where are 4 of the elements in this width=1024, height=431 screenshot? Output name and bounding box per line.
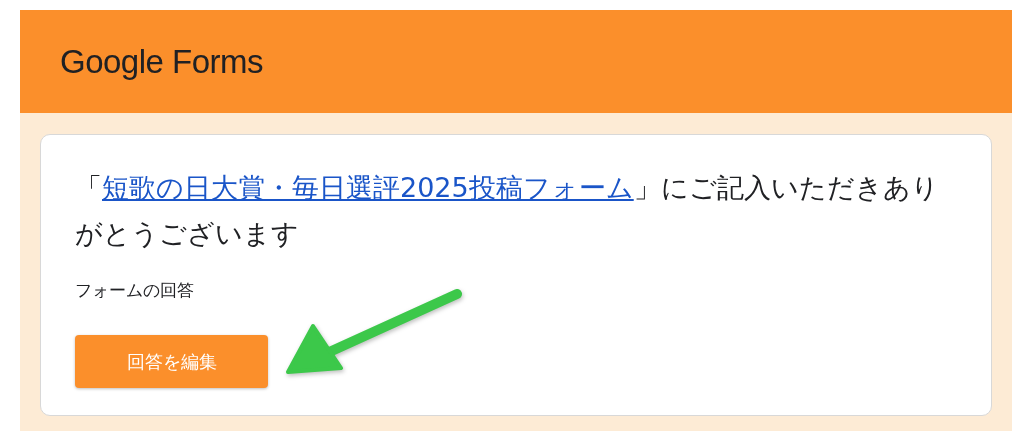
confirmation-message: 「短歌の日大賞・毎日選評2025投稿フォーム」にご記入いただきありがとうございます (75, 171, 940, 251)
form-link[interactable]: 短歌の日大賞・毎日選評2025投稿フォーム (102, 172, 634, 203)
response-label: フォームの回答 (75, 279, 195, 302)
logo-text: Google Forms (60, 42, 264, 81)
